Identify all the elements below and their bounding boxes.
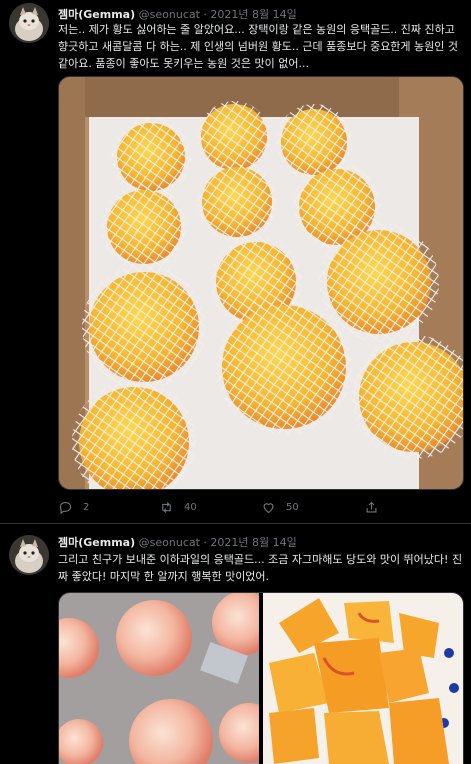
share-button[interactable] — [364, 498, 379, 516]
reply-count: 2 — [83, 501, 90, 513]
reply-button[interactable]: 2 — [58, 498, 89, 516]
tweet-header: 젬마(Gemma) @seonucat · 2021년 8월 14일 — [58, 6, 297, 22]
avatar[interactable] — [9, 3, 49, 43]
author-handle[interactable]: @seonucat — [139, 8, 200, 21]
cat-avatar-image — [9, 3, 49, 43]
tweet[interactable]: 젬마(Gemma) @seonucat · 2021년 8월 14일 저는.. … — [0, 0, 471, 524]
like-button[interactable]: 50 — [261, 498, 299, 516]
retweet-icon — [162, 501, 171, 513]
avatar[interactable] — [9, 535, 49, 575]
tweet-header: 젬마(Gemma) @seonucat · 2021년 8월 14일 — [58, 534, 297, 550]
separator: · — [203, 8, 207, 21]
like-count: 50 — [286, 501, 299, 513]
separator: · — [203, 536, 207, 549]
photo-grid-images — [59, 593, 463, 764]
peaches-in-box-image — [59, 77, 463, 489]
author-handle[interactable]: @seonucat — [139, 536, 200, 549]
tweet-text: 그리고 친구가 보내준 이하과일의 응택골드... 조금 자그마해도 당도와 맛… — [58, 553, 463, 583]
tweet-actions: 2 40 50 — [58, 498, 458, 516]
tweet-date[interactable]: 2021년 8월 14일 — [210, 536, 296, 549]
share-icon — [366, 501, 377, 512]
retweet-count: 40 — [184, 501, 197, 513]
reply-icon — [59, 501, 72, 514]
heart-icon — [263, 502, 274, 513]
author-name[interactable]: 젬마(Gemma) — [58, 536, 135, 549]
cat-avatar-image — [9, 535, 49, 575]
tweet-text: 저는.. 제가 황도 싫어하는 줄 알았어요... 장택이랑 같은 농원의 응택… — [58, 23, 459, 70]
sliced-peaches-image — [263, 593, 463, 764]
author-name[interactable]: 젬마(Gemma) — [58, 8, 135, 21]
tweet-photo[interactable] — [58, 76, 464, 490]
tweet-photo-grid — [58, 592, 464, 764]
peaches-tray-image — [59, 593, 279, 764]
retweet-button[interactable]: 40 — [159, 498, 197, 516]
tweet-date[interactable]: 2021년 8월 14일 — [210, 8, 296, 21]
tweet[interactable]: 젬마(Gemma) @seonucat · 2021년 8월 14일 그리고 친… — [0, 524, 471, 764]
